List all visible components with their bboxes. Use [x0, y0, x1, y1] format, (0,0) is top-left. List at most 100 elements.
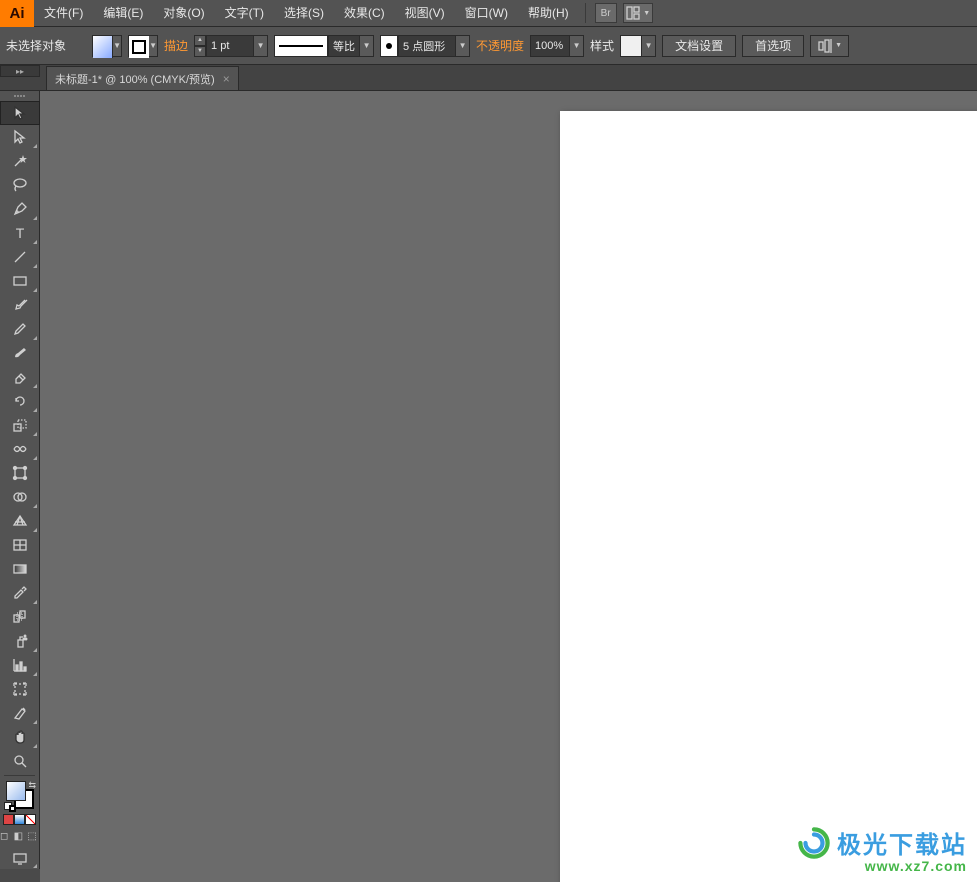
rotate-tool[interactable] — [0, 389, 40, 413]
perspective-grid-tool[interactable] — [0, 509, 40, 533]
eyedropper-tool[interactable] — [0, 581, 40, 605]
color-mode-none[interactable] — [25, 814, 36, 825]
preferences-button[interactable]: 首选项 — [742, 35, 804, 57]
menu-view[interactable]: 视图(V) — [395, 0, 455, 27]
tools-panel: T — [0, 91, 40, 869]
chevron-down-icon[interactable]: ▼ — [456, 35, 470, 57]
grid-icon — [625, 5, 641, 21]
menu-help[interactable]: 帮助(H) — [518, 0, 579, 27]
tab-close-button[interactable]: × — [223, 72, 230, 86]
slice-icon — [12, 705, 28, 721]
brush-preview-icon — [380, 35, 398, 57]
menu-effect[interactable]: 效果(C) — [334, 0, 395, 27]
menu-edit[interactable]: 编辑(E) — [93, 0, 153, 27]
pen-tool[interactable] — [0, 197, 40, 221]
stroke-weight-field[interactable]: ▲ ▼ 1 pt ▼ — [194, 35, 268, 57]
opacity-label[interactable]: 不透明度 — [476, 37, 524, 54]
panel-grip[interactable] — [0, 91, 39, 101]
canvas-area[interactable] — [40, 91, 977, 882]
scale-tool[interactable] — [0, 413, 40, 437]
menu-window[interactable]: 窗口(W) — [455, 0, 518, 27]
rectangle-tool[interactable] — [0, 269, 40, 293]
menu-type[interactable]: 文字(T) — [215, 0, 274, 27]
align-icon — [817, 38, 833, 54]
blob-brush-tool[interactable] — [0, 341, 40, 365]
stepper-down-icon[interactable]: ▼ — [194, 46, 206, 57]
chevron-down-icon[interactable]: ▼ — [254, 35, 268, 57]
mesh-icon — [12, 537, 28, 553]
stepper-up-icon[interactable]: ▲ — [194, 35, 206, 46]
brush-definition-dropdown[interactable]: 5 点圆形 ▼ — [380, 35, 470, 57]
mesh-tool[interactable] — [0, 533, 40, 557]
align-to-button[interactable]: ▼ — [810, 35, 849, 57]
type-tool[interactable]: T — [0, 221, 40, 245]
stroke-icon — [129, 36, 149, 58]
blob-brush-icon — [12, 345, 28, 361]
direct-selection-tool[interactable] — [0, 125, 40, 149]
chevron-down-icon: ▼ — [149, 36, 157, 56]
document-tab[interactable]: 未标题-1* @ 100% (CMYK/预览) × — [46, 66, 239, 90]
document-setup-button[interactable]: 文档设置 — [662, 35, 736, 57]
zoom-tool[interactable] — [0, 749, 40, 773]
menu-select[interactable]: 选择(S) — [274, 0, 334, 27]
graph-icon — [12, 657, 28, 673]
paintbrush-tool[interactable] — [0, 293, 40, 317]
line-segment-tool[interactable] — [0, 245, 40, 269]
column-graph-tool[interactable] — [0, 653, 40, 677]
fill-color-icon[interactable] — [6, 781, 26, 801]
width-icon — [12, 441, 28, 457]
draw-behind-icon[interactable]: ◧ — [14, 831, 26, 843]
slice-tool[interactable] — [0, 701, 40, 725]
menu-object[interactable]: 对象(O) — [153, 0, 214, 27]
stroke-swatch[interactable]: ▼ — [128, 35, 158, 57]
graphic-style-dropdown[interactable]: ▼ — [620, 35, 656, 57]
zoom-icon — [12, 753, 28, 769]
symbol-sprayer-tool[interactable] — [0, 629, 40, 653]
eraser-tool[interactable] — [0, 365, 40, 389]
menu-bar: Ai 文件(F) 编辑(E) 对象(O) 文字(T) 选择(S) 效果(C) 视… — [0, 0, 977, 27]
stroke-label[interactable]: 描边 — [164, 37, 188, 54]
pencil-tool[interactable] — [0, 317, 40, 341]
magic-wand-tool[interactable] — [0, 149, 40, 173]
menu-file[interactable]: 文件(F) — [34, 0, 93, 27]
stroke-weight-value[interactable]: 1 pt — [206, 35, 254, 57]
free-transform-tool[interactable] — [0, 461, 40, 485]
chevron-down-icon[interactable]: ▼ — [360, 35, 374, 57]
selection-tool[interactable] — [0, 101, 40, 125]
draw-inside-icon[interactable]: ⬚ — [27, 831, 39, 843]
width-tool[interactable] — [0, 437, 40, 461]
pen-icon — [12, 201, 28, 217]
fill-swatch[interactable]: ▼ — [92, 35, 122, 57]
screen-mode-button[interactable] — [0, 849, 40, 869]
artboard[interactable] — [560, 111, 977, 882]
hand-tool[interactable] — [0, 725, 40, 749]
expand-panels-button[interactable]: ▸▸ — [0, 65, 40, 77]
separator — [585, 3, 586, 23]
fill-stroke-proxy[interactable]: ⇆ — [0, 778, 40, 814]
shape-builder-tool[interactable] — [0, 485, 40, 509]
gradient-tool[interactable] — [0, 557, 40, 581]
opacity-value[interactable]: 100% — [530, 35, 570, 57]
chevron-down-icon[interactable]: ▼ — [570, 35, 584, 57]
rotate-icon — [12, 393, 28, 409]
artboard-tool[interactable] — [0, 677, 40, 701]
chevron-down-icon[interactable]: ▼ — [642, 35, 656, 57]
line-icon — [12, 249, 28, 265]
lasso-tool[interactable] — [0, 173, 40, 197]
color-mode-gradient[interactable] — [14, 814, 25, 825]
cursor-outline-icon — [12, 129, 28, 145]
opacity-field[interactable]: 100% ▼ — [530, 35, 584, 57]
blend-tool[interactable] — [0, 605, 40, 629]
shape-builder-icon — [12, 489, 28, 505]
draw-normal-icon[interactable]: ◻ — [0, 831, 12, 843]
style-label: 样式 — [590, 37, 614, 54]
drawing-mode-row: ◻ ◧ ⬚ — [0, 831, 39, 849]
default-colors-icon[interactable] — [4, 802, 16, 812]
bridge-button[interactable]: Br — [595, 3, 617, 23]
swap-colors-icon[interactable]: ⇆ — [28, 780, 36, 791]
arrange-documents-button[interactable]: ▼ — [623, 3, 653, 23]
gradient-icon — [12, 561, 28, 577]
stroke-profile-dropdown[interactable]: 等比 ▼ — [274, 35, 374, 57]
artboard-icon — [12, 681, 28, 697]
color-mode-solid[interactable] — [3, 814, 14, 825]
